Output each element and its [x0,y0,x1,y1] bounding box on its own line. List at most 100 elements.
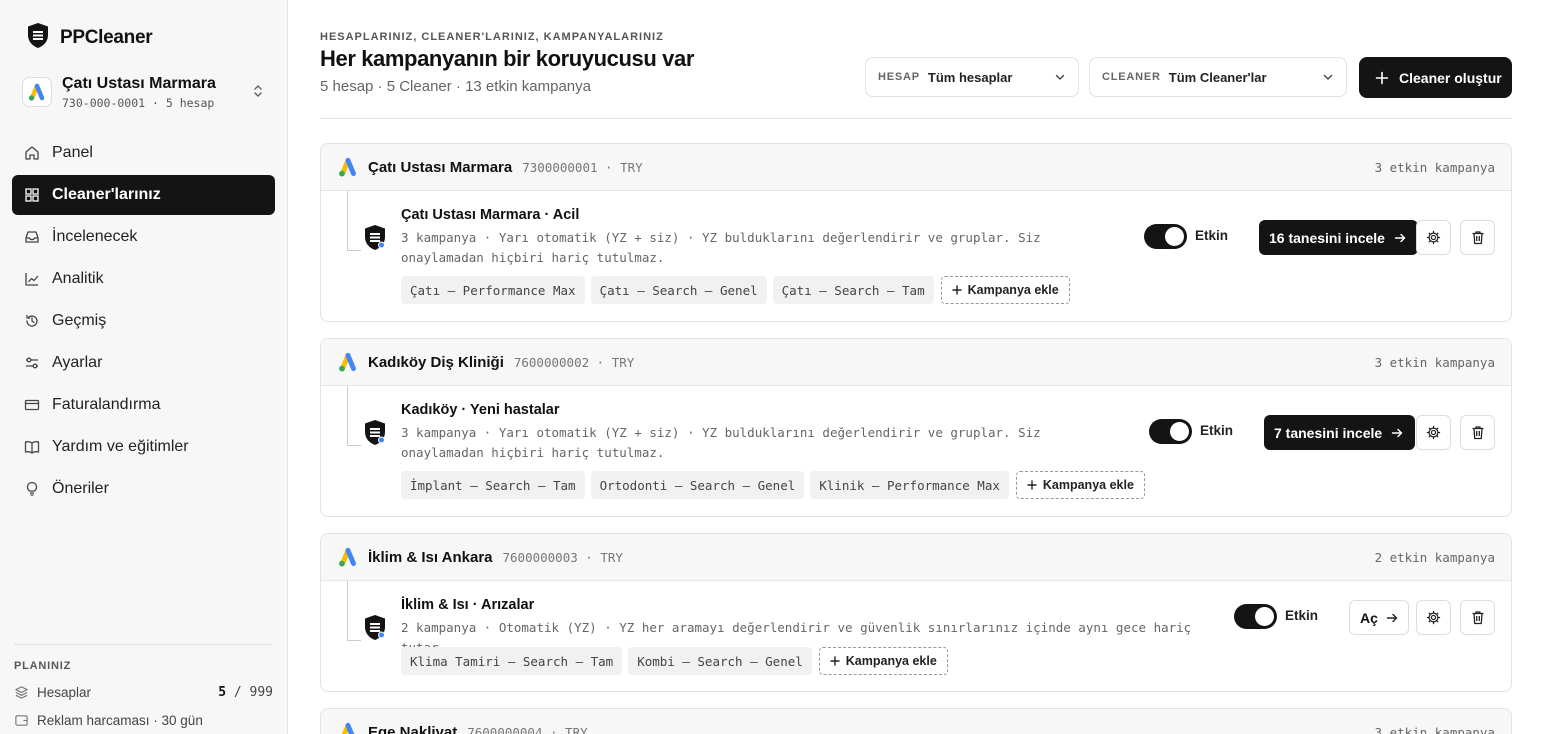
account-card-header: Çatı Ustası Marmara 7300000001 · TRY 3 e… [321,144,1511,191]
add-campaign-button[interactable]: Kampanya ekle [940,276,1070,304]
brand[interactable]: PPCleaner [26,22,153,54]
plan-spend-row: Reklam harcaması · 30 gün [14,713,273,728]
home-icon [25,146,39,160]
shield-logo-icon [26,22,50,54]
settings-button[interactable] [1416,220,1451,255]
add-campaign-label: Kampanya ekle [1042,478,1134,492]
cleaner-filter-select[interactable]: CLEANER Tüm Cleaner'lar [1089,57,1347,97]
filter-value: Tüm Cleaner'lar [1168,69,1267,85]
review-button[interactable]: 16 tanesini incele [1259,220,1418,255]
account-card: İklim & Isı Ankara 7600000003 · TRY 2 et… [320,533,1512,692]
wallet-icon [15,715,28,726]
cleaner-description: 3 kampanya · Yarı otomatik (YZ + siz) · … [401,230,1041,265]
settings-button[interactable] [1416,600,1451,635]
page-title: Her kampanyanın bir koruyucusu var [320,46,694,71]
tree-connector [347,191,361,251]
sidebar-item-suggestions[interactable]: Öneriler [12,469,275,509]
brand-name: PPCleaner [60,27,153,48]
cleaner-description: 3 kampanya · Yarı otomatik (YZ + siz) · … [401,425,1041,460]
active-campaign-count: 3 etkin kampanya [1374,354,1495,370]
account-card: Ege Nakliyat 7600000004 · TRY 3 etkin ka… [320,708,1512,734]
campaign-chip: Klinik — Performance Max [810,471,1009,499]
add-campaign-button[interactable]: Kampanya ekle [818,647,948,675]
sliders-icon [26,357,38,369]
account-filter-select[interactable]: HESAP Tüm hesaplar [865,57,1079,97]
sidebar-item-label: Öneriler [52,480,109,497]
sidebar-item-settings[interactable]: Ayarlar [12,343,275,383]
account-name: Çatı Ustası Marmara [368,158,513,176]
campaign-chips: Çatı — Performance Max Çatı — Search — G… [401,276,1070,304]
filter-value: Tüm hesaplar [927,69,1013,85]
create-cleaner-label: Cleaner oluştur [1399,69,1502,86]
cleaner-active-toggle[interactable] [1149,419,1192,444]
google-ads-logo-icon [339,547,356,567]
grid-icon [25,188,39,202]
account-name: Çatı Ustası Marmara [62,75,216,92]
gear-icon [1426,610,1441,625]
account-card-header: İklim & Isı Ankara 7600000003 · TRY 2 et… [321,534,1511,581]
sidebar-item-review[interactable]: İncelenecek [12,217,275,257]
cleaner-active-toggle[interactable] [1234,604,1277,629]
cleaner-shield-icon [363,419,387,451]
account-sub: 730-000-0001 · 5 hesap [62,96,215,110]
layers-icon [15,686,28,699]
cleaner-row: Kadıköy · Yeni hastalar 3 kampanya · Yar… [321,386,1511,516]
sidebar-item-cleaners[interactable]: Cleaner'larınız [12,175,275,215]
sidebar-item-panel[interactable]: Panel [12,133,275,173]
gear-icon [1426,230,1441,245]
cleaner-active-toggle[interactable] [1144,224,1187,249]
cleaner-row: İklim & Isı · Arızalar 2 kampanya · Otom… [321,581,1511,691]
add-campaign-label: Kampanya ekle [845,654,937,668]
delete-button[interactable] [1460,600,1495,635]
filter-label: CLEANER [1102,71,1161,83]
add-campaign-button[interactable]: Kampanya ekle [1015,471,1145,499]
sidebar: PPCleaner Çatı Ustası Marmara 730-000-00… [0,0,288,734]
tree-connector [347,581,361,641]
plan-accounts-row: Hesaplar 5 / 999 [14,685,273,700]
review-button-label: 16 tanesini incele [1269,229,1385,246]
open-button[interactable]: Aç [1349,600,1409,635]
active-campaign-count: 3 etkin kampanya [1374,159,1495,175]
cleaner-title[interactable]: İklim & Isı · Arızalar [401,597,534,613]
page-eyebrow: HESAPLARINIZ, CLEANER'LARINIZ, KAMPANYAL… [320,31,664,43]
account-name: Ege Nakliyat [368,723,458,734]
cleaner-title[interactable]: Çatı Ustası Marmara · Acil [401,207,579,223]
campaign-chips: İmplant — Search — Tam Ortodonti — Searc… [401,471,1145,499]
book-icon [24,441,40,454]
sidebar-item-label: Ayarlar [52,354,103,371]
chevron-down-icon [1055,74,1065,80]
trash-icon [1472,426,1483,440]
active-campaign-count: 3 etkin kampanya [1374,724,1495,734]
lightbulb-icon [26,481,38,496]
add-campaign-label: Kampanya ekle [967,283,1059,297]
sidebar-item-help[interactable]: Yardım ve eğitimler [12,427,275,467]
cleaner-title[interactable]: Kadıköy · Yeni hastalar [401,402,560,418]
chevron-up-down-icon [252,82,264,105]
sidebar-item-history[interactable]: Geçmiş [12,301,275,341]
toggle-state-label: Etkin [1285,608,1319,623]
sidebar-item-analytics[interactable]: Analitik [12,259,275,299]
campaign-chip: Çatı — Search — Genel [590,276,767,304]
account-name: Kadıköy Diş Kliniği [368,353,504,371]
cleaner-shield-icon [363,224,387,256]
cleaner-row: Çatı Ustası Marmara · Acil 3 kampanya · … [321,191,1511,321]
account-switcher[interactable]: Çatı Ustası Marmara 730-000-0001 · 5 hes… [22,72,274,112]
create-cleaner-button[interactable]: Cleaner oluştur [1359,57,1512,98]
review-button[interactable]: 7 tanesini incele [1264,415,1416,450]
trash-icon [1472,611,1483,625]
sidebar-item-billing[interactable]: Faturalandırma [12,385,275,425]
google-ads-logo-icon [339,157,356,177]
arrow-right-icon [1391,428,1403,437]
main-content: HESAPLARINIZ, CLEANER'LARINIZ, KAMPANYAL… [288,0,1544,734]
account-card: Çatı Ustası Marmara 7300000001 · TRY 3 e… [320,143,1512,322]
history-icon [26,314,38,327]
plan-accounts-label: Hesaplar [37,685,92,700]
campaign-chip: Ortodonti — Search — Genel [590,471,805,499]
delete-button[interactable] [1460,220,1495,255]
campaign-chip: Kombi — Search — Genel [628,647,812,675]
open-button-label: Aç [1360,609,1378,626]
cleaner-shield-icon [363,614,387,646]
settings-button[interactable] [1416,415,1451,450]
inbox-icon [25,231,39,243]
delete-button[interactable] [1460,415,1495,450]
